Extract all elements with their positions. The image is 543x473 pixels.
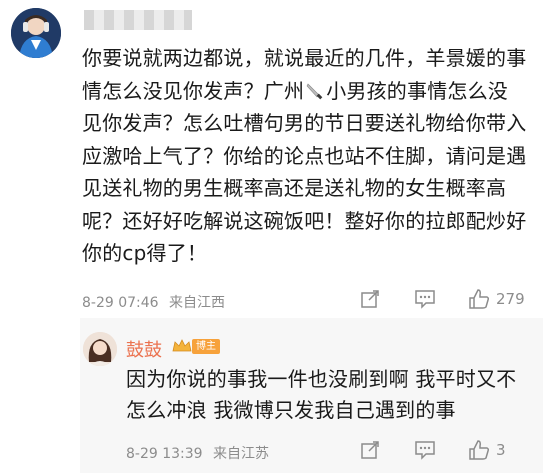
like-icon <box>468 288 490 310</box>
replier-name[interactable]: 鼓鼓 <box>126 336 162 362</box>
reply-source: 来自江苏 <box>213 446 270 462</box>
reply-comment-icon[interactable] <box>414 440 436 460</box>
like-button[interactable]: 279 <box>468 288 525 310</box>
commenter-name-redacted <box>84 10 192 30</box>
reply-like-count: 3 <box>496 441 506 459</box>
like-count: 279 <box>496 290 525 308</box>
comment-text: 你要说就两边都说，就说最近的几件，羊景媛的事情怎么没见你发声？广州 小男孩的事情怎… <box>82 42 527 270</box>
reply-actions: 3 <box>360 439 506 461</box>
reply-like-icon <box>468 439 490 461</box>
comment-date: 8-29 07:46 <box>82 295 159 311</box>
reply-date: 8-29 13:39 <box>126 446 203 462</box>
reply-meta: 8-29 13:39 来自江苏 <box>126 443 275 463</box>
author-badge: 博主 <box>192 339 220 354</box>
replier-avatar[interactable] <box>83 332 117 366</box>
commenter-avatar[interactable] <box>11 8 61 58</box>
comment-source: 来自江西 <box>169 295 226 311</box>
reply-repost-icon[interactable] <box>360 440 380 460</box>
comment-actions: 279 <box>360 288 525 310</box>
repost-icon[interactable] <box>360 289 380 309</box>
knife-icon <box>306 77 324 99</box>
reply-text: 因为你说的事我一件也没刷到啊 我平时又不怎么冲浪 我微博只发我自己遇到的事 <box>126 367 517 422</box>
comment-icon[interactable] <box>414 289 436 309</box>
crown-icon <box>172 338 192 357</box>
comment-meta: 8-29 07:46 来自江西 <box>82 292 231 312</box>
reply-like-button[interactable]: 3 <box>468 439 506 461</box>
comment-text-part2: 小男孩的事情怎么没见你发声？怎么吐槽句男的节日要送礼物给你带入应激哈上气了？你给… <box>82 78 527 266</box>
